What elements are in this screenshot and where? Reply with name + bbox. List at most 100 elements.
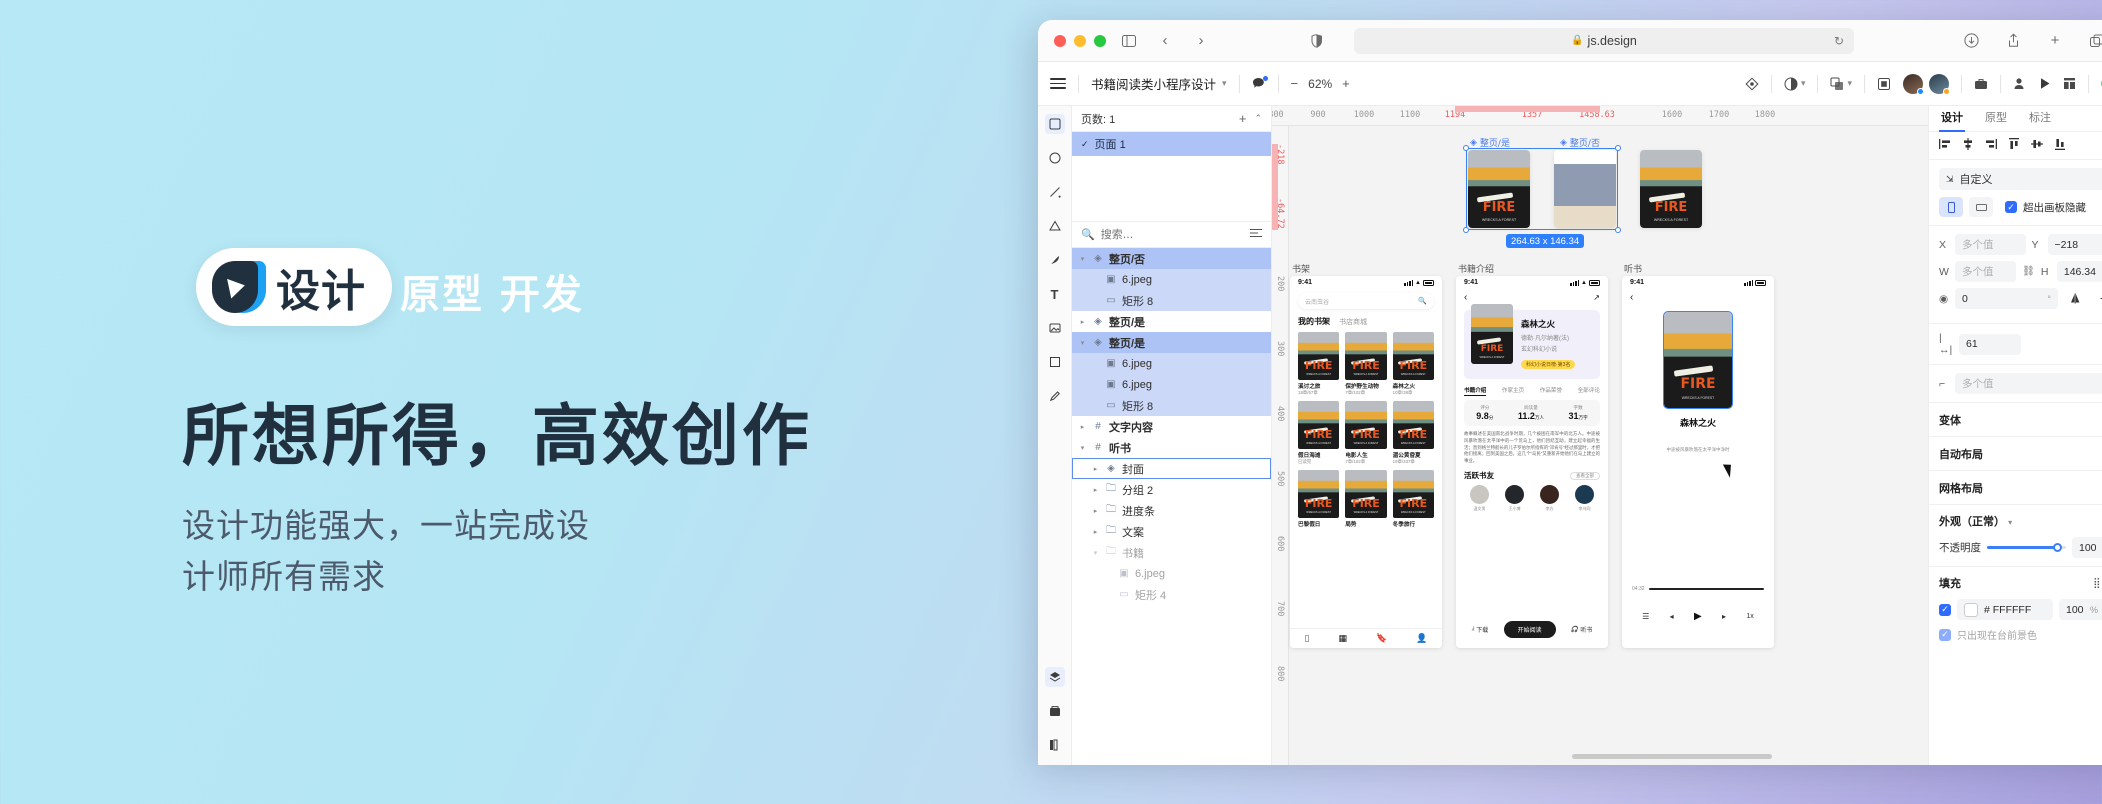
- frame-icon[interactable]: [1877, 77, 1891, 91]
- component-icon[interactable]: ▾: [1830, 77, 1852, 91]
- book-item[interactable]: FIRE WRECKS A FOREST 保护野生动物 7章/102章: [1345, 332, 1387, 396]
- book-item[interactable]: FIRE WRECKS A FOREST 湄公黄昏夏 19章/337章: [1392, 401, 1434, 465]
- shield-icon[interactable]: [1304, 28, 1330, 54]
- chevron-left-icon[interactable]: ‹: [1630, 292, 1633, 303]
- property-section-row[interactable]: 网格布局+: [1929, 471, 2102, 505]
- collapse-pages-icon[interactable]: ⌃: [1254, 113, 1262, 124]
- bookmark-icon[interactable]: 🔖: [1376, 633, 1387, 644]
- layer-row[interactable]: ▭ 矩形 8: [1072, 290, 1271, 311]
- text-tool-icon[interactable]: T: [1045, 284, 1065, 304]
- contrast-icon[interactable]: ▾: [1784, 77, 1805, 91]
- detail-tab[interactable]: 书籍介绍: [1464, 386, 1487, 396]
- avatar[interactable]: [1575, 485, 1594, 505]
- listen-progress[interactable]: 04:32: [1632, 586, 1764, 592]
- prev-icon[interactable]: ◂: [1670, 612, 1674, 621]
- move-tool-icon[interactable]: [1044, 114, 1065, 134]
- layer-row[interactable]: ▣ 6.jpeg: [1072, 353, 1271, 374]
- book-cover[interactable]: FIRE WRECKS A FOREST: [1392, 470, 1434, 518]
- avatar[interactable]: [1540, 485, 1559, 505]
- edit-tool-icon[interactable]: [1045, 386, 1065, 406]
- hamburger-icon[interactable]: [1050, 78, 1066, 89]
- shape-tool-icon[interactable]: [1045, 216, 1065, 236]
- orientation-landscape-button[interactable]: [1969, 197, 1993, 217]
- opacity-input[interactable]: 100 %: [2072, 537, 2102, 558]
- x-input[interactable]: 多个值: [1955, 234, 2026, 255]
- orientation-portrait-button[interactable]: [1939, 197, 1963, 217]
- book-cover[interactable]: FIRE WRECKS A FOREST: [1298, 332, 1340, 380]
- fill-color-value[interactable]: # FFFFFF: [1984, 604, 2031, 616]
- layer-twisty-icon[interactable]: ▸: [1091, 486, 1100, 494]
- library-icon[interactable]: [1045, 735, 1065, 755]
- detail-tab[interactable]: 作品荣誉: [1540, 386, 1562, 396]
- book-grid[interactable]: FIRE WRECKS A FOREST 溪讨之旅 18章/67章 FIRE WRECKS…: [1298, 332, 1434, 528]
- align-center-h-icon[interactable]: [1962, 138, 1974, 153]
- layer-row[interactable]: ▾ ◈ 整页/否: [1072, 248, 1271, 269]
- zoom-out-button[interactable]: −: [1291, 76, 1299, 91]
- listen-button[interactable]: 🎧 听书: [1571, 625, 1593, 634]
- y-input[interactable]: −218: [2047, 234, 2102, 255]
- forward-icon[interactable]: ›: [1188, 28, 1214, 54]
- artboard-listen[interactable]: 9:41 ‹ FIRE WRECKS A FOREST 森林之火 中途被风暴吹落…: [1622, 276, 1774, 648]
- detail-tabs[interactable]: 书籍介绍 作家主页 作品荣誉 全部评论: [1456, 383, 1608, 400]
- layer-twisty-icon[interactable]: ▸: [1091, 507, 1100, 515]
- listen-controls[interactable]: ☰ ◂ ▶ ▸ 1x: [1622, 611, 1774, 622]
- book-item[interactable]: FIRE WRECKS A FOREST 冬季旅行: [1392, 470, 1434, 528]
- play-icon[interactable]: [2039, 77, 2051, 90]
- h-input[interactable]: 146.34: [2056, 261, 2102, 282]
- chevron-left-icon[interactable]: ‹: [1464, 292, 1467, 303]
- artboard-bookshelf[interactable]: 9:41 ▲ 云南虫谷 🔍 我的书架 书店商城 FIRE WRECKS A FO…: [1290, 276, 1442, 648]
- avatar[interactable]: [1929, 73, 1950, 95]
- layer-twisty-icon[interactable]: ▾: [1078, 444, 1087, 452]
- resize-handle-tl[interactable]: [1463, 145, 1469, 151]
- friend-item[interactable]: 温文男: [1470, 485, 1489, 512]
- align-center-v-icon[interactable]: [2031, 138, 2043, 153]
- book-cover[interactable]: FIRE WRECKS A FOREST: [1392, 332, 1434, 380]
- tab-store[interactable]: 书店商城: [1339, 317, 1367, 327]
- layer-twisty-icon[interactable]: ▾: [1091, 549, 1100, 557]
- pen-tool-icon[interactable]: [1045, 182, 1065, 202]
- book-item[interactable]: FIRE WRECKS A FOREST 溪讨之旅 18章/67章: [1298, 332, 1340, 396]
- filter-icon[interactable]: [1250, 228, 1262, 241]
- layer-row[interactable]: ▸ 🗀 文案: [1072, 521, 1271, 542]
- comment-icon[interactable]: [1252, 76, 1268, 90]
- book-cover[interactable]: FIRE WRECKS A FOREST: [1471, 304, 1513, 364]
- opacity-slider[interactable]: [1987, 543, 2066, 552]
- constraint-select[interactable]: ⇲ 自定义 ▾: [1939, 168, 2102, 190]
- fill-visibility-checkbox[interactable]: ✓: [1939, 603, 1951, 616]
- align-left-icon[interactable]: [1939, 138, 1951, 153]
- layer-row[interactable]: ▣ 6.jpeg: [1072, 563, 1271, 584]
- frame-tool-icon[interactable]: [1045, 352, 1065, 372]
- book-cover[interactable]: FIRE WRECKS A FOREST: [1345, 332, 1387, 380]
- layers-icon[interactable]: [1044, 667, 1065, 687]
- avatar[interactable]: [1470, 485, 1489, 505]
- collapsible-sections[interactable]: 变体+自动布局+网格布局+: [1929, 403, 2102, 505]
- flip-horizontal-icon[interactable]: [2064, 288, 2088, 309]
- detail-tab[interactable]: 全部评论: [1578, 386, 1600, 396]
- book-cover[interactable]: FIRE WRECKS A FOREST: [1345, 470, 1387, 518]
- tabs-icon[interactable]: [2084, 28, 2102, 54]
- layer-row[interactable]: ▸ ◈ 整页/是: [1072, 311, 1271, 332]
- fill-color-swatch[interactable]: [1964, 602, 1978, 617]
- layer-row[interactable]: ▾ 🗀 书籍: [1072, 542, 1271, 563]
- address-bar[interactable]: 🔒 js.design ↻: [1354, 27, 1854, 54]
- listen-cover[interactable]: FIRE WRECKS A FOREST: [1663, 311, 1733, 409]
- alignment-toolbar[interactable]: ⠿ ▾: [1929, 132, 2102, 160]
- layer-row[interactable]: ▸ 🗀 分组 2: [1072, 479, 1271, 500]
- book-cover[interactable]: FIRE WRECKS A FOREST: [1392, 401, 1434, 449]
- fill-opacity-input[interactable]: 100 %: [2058, 599, 2102, 620]
- artboard-book-detail[interactable]: 9:41 ▲ ‹ ↗ FIRE WRECKS A FOREST 森林之火 德勒·…: [1456, 276, 1608, 648]
- ellipse-tool-icon[interactable]: [1045, 148, 1065, 168]
- properties-tab[interactable]: 原型: [1985, 109, 2007, 128]
- image-tool-icon[interactable]: [1045, 318, 1065, 338]
- resize-handle-tr[interactable]: [1615, 145, 1621, 151]
- detail-tab[interactable]: 作家主页: [1502, 386, 1524, 396]
- start-reading-button[interactable]: 开始阅读: [1503, 621, 1556, 638]
- person-icon[interactable]: 👤: [1416, 633, 1427, 644]
- toolbox-icon[interactable]: [1974, 77, 1988, 90]
- download-button[interactable]: ⤓ 下载: [1472, 625, 1489, 634]
- spacing-input[interactable]: 61: [1959, 333, 2021, 355]
- layer-row[interactable]: ▾ ◈ 整页/是: [1072, 332, 1271, 353]
- layer-twisty-icon[interactable]: ▾: [1078, 339, 1087, 347]
- minimize-button[interactable]: [1074, 34, 1086, 47]
- window-controls[interactable]: [1054, 34, 1106, 47]
